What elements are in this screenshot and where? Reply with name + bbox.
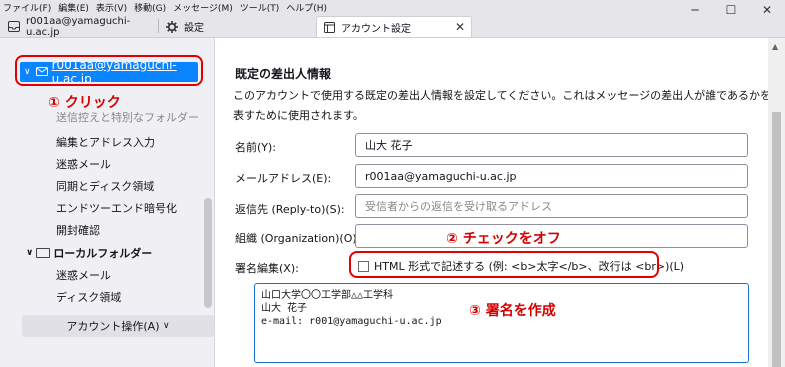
menu-message[interactable]: メッセージ(M) — [173, 1, 233, 14]
signature-label: 署名編集(X): — [235, 262, 299, 275]
sidebar-item-composition[interactable]: 編集とアドレス入力 — [56, 134, 155, 150]
sidebar-item-receipts[interactable]: 開封確認 — [56, 222, 100, 238]
reply-to-field[interactable]: 受信者からの返信を受け取るアドレス — [355, 194, 748, 218]
sidebar-item-local-junk[interactable]: 迷惑メール — [56, 267, 111, 283]
sidebar-item-sync[interactable]: 同期とディスク領域 — [56, 178, 154, 194]
sidebar-item-local-disk[interactable]: ディスク領域 — [56, 289, 121, 305]
menu-edit[interactable]: 編集(E) — [58, 1, 89, 14]
tab-account-settings[interactable]: アカウント設定 ✕ — [316, 16, 472, 37]
main-scrollbar[interactable]: ▲ — [768, 38, 785, 367]
account-actions-button[interactable]: アカウント操作(A) ∨ — [22, 315, 214, 337]
email-field[interactable]: r001aa@yamaguchi-u.ac.jp — [355, 164, 748, 188]
account-sidebar: ∨ r001aa@yamaguchi-u.ac.jp 送信控えと特別なフォルダー… — [0, 38, 215, 367]
chevron-down-icon: ∨ — [163, 321, 170, 331]
description: このアカウントで使用する既定の差出人情報を設定してください。これはメッセージの差… — [233, 89, 772, 122]
menu-go[interactable]: 移動(G) — [134, 1, 166, 14]
tab-inbox[interactable]: r001aa@yamaguchi-u.ac.jp — [2, 16, 156, 38]
chevron-down-icon[interactable]: ∨ — [26, 248, 33, 258]
tab-settings[interactable]: 設定 — [160, 16, 310, 37]
sidebar-item-e2e[interactable]: エンドツーエンド暗号化 — [56, 200, 177, 216]
menu-tools[interactable]: ツール(T) — [240, 1, 280, 14]
account-settings-panel: 既定の差出人情報 このアカウントで使用する既定の差出人情報を設定してください。こ… — [216, 38, 771, 367]
tab-bar: r001aa@yamaguchi-u.ac.jp 設定 アカウント設定 ✕ — [0, 14, 785, 38]
reply-to-label: 返信先 (Reply-to)(S): — [235, 203, 345, 216]
scrollbar-thumb[interactable] — [772, 112, 781, 367]
name-field[interactable]: 山大 花子 — [355, 133, 748, 157]
organization-label: 組織 (Organization)(O): — [235, 232, 361, 245]
page-title: 既定の差出人情報 — [235, 67, 332, 81]
gear-icon — [166, 20, 178, 33]
scroll-up-icon[interactable]: ▲ — [772, 42, 778, 51]
email-label: メールアドレス(E): — [235, 172, 332, 185]
highlight-account-box — [15, 55, 203, 86]
menu-bar: ファイル(F) 編集(E) 表示(V) 移動(G) メッセージ(M) ツール(T… — [0, 0, 785, 14]
sidebar-scrollbar[interactable] — [204, 198, 212, 308]
name-label: 名前(Y): — [235, 141, 277, 154]
folder-icon — [36, 248, 51, 258]
annotation-click: ① クリック — [48, 92, 135, 112]
local-folders-item[interactable]: ∨ ローカルフォルダー — [26, 245, 152, 261]
menu-file[interactable]: ファイル(F) — [3, 1, 51, 14]
sidebar-item-junk[interactable]: 迷惑メール — [56, 156, 111, 172]
annotation-signature: ③ 署名を作成 — [469, 303, 556, 319]
account-settings-icon — [323, 21, 335, 33]
close-icon[interactable]: ✕ — [455, 20, 465, 34]
menu-help[interactable]: ヘルプ(H) — [286, 1, 327, 14]
inbox-icon — [8, 21, 20, 33]
menu-view[interactable]: 表示(V) — [96, 1, 127, 14]
tab-separator — [158, 19, 159, 33]
signature-textarea[interactable]: 山口大学〇〇工学部△△工学科 山大 花子 e-mail: r001@yamagu… — [254, 283, 749, 363]
highlight-checkbox-box — [349, 251, 659, 278]
annotation-uncheck: ② チェックをオフ — [446, 231, 561, 247]
